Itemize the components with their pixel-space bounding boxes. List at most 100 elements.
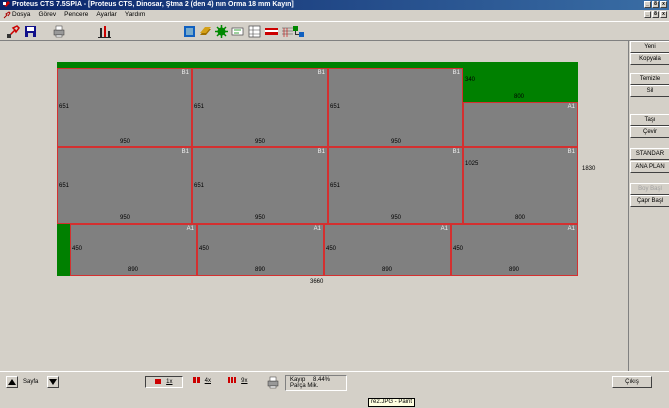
panel-tag: B1 (317, 149, 325, 155)
standard-button[interactable]: STANDAR (630, 148, 669, 160)
panel-height: 1025 (465, 161, 479, 167)
window-title: Proteus CTS 7.5SPIA - [Proteus CTS, Dino… (12, 1, 294, 8)
panel-tag: B1 (452, 70, 460, 76)
menu-ayarlar[interactable]: Ayarlar (96, 10, 116, 20)
panel-height: 651 (194, 183, 205, 189)
panel-height: 651 (59, 183, 70, 189)
menu-gorev[interactable]: Görev (38, 10, 56, 20)
move-button[interactable]: Taşı (630, 114, 669, 126)
panel-tag: A1 (440, 226, 448, 232)
panel[interactable]: A1 450 890 (324, 224, 451, 276)
page-label: Sayfa (23, 379, 39, 385)
panel[interactable]: B1 1025 800 (463, 147, 578, 224)
zoom-4x-button[interactable]: 4x (185, 376, 219, 388)
label-icon[interactable] (231, 25, 244, 38)
panel-tag: B1 (181, 149, 189, 155)
app-icon (2, 1, 10, 9)
cutting-canvas: 340 800 B1 651 950 B1 651 950 B1 651 950… (0, 41, 628, 370)
menu-yardim[interactable]: Yardım (125, 10, 145, 20)
panel-width: 950 (391, 215, 402, 221)
panel[interactable]: B1 651 950 (57, 68, 192, 147)
doc-minimize-button[interactable]: _ (644, 11, 651, 18)
panel-width: 950 (391, 139, 402, 145)
panel-height: 651 (194, 104, 205, 110)
zoom-9x-label: 9x (241, 378, 248, 384)
panel-width: 950 (120, 215, 131, 221)
zoom-1x-icon (155, 378, 162, 384)
minimize-button[interactable]: _ (644, 1, 651, 8)
waste-info: Kayıp 8.44% Parça Mik. (285, 375, 347, 391)
page-up-button[interactable] (6, 376, 18, 388)
panel-tag: A1 (186, 226, 194, 232)
panel-width: 890 (509, 267, 520, 273)
clear-button[interactable]: Temizle (630, 73, 669, 85)
stock-icon[interactable] (183, 25, 196, 38)
panel-width: 950 (255, 139, 266, 145)
panel-tag: B1 (181, 70, 189, 76)
doc-close-button[interactable]: x (660, 11, 667, 18)
grid-icon[interactable] (248, 25, 261, 38)
exit-button[interactable]: Çıkış (612, 376, 652, 388)
panel[interactable]: A1 450 890 (197, 224, 324, 276)
panel[interactable]: B1 651 950 (192, 147, 328, 224)
sheet-height-label: 1830 (582, 166, 596, 172)
close-button[interactable]: x (660, 1, 667, 8)
save-icon[interactable] (24, 25, 37, 38)
zoom-9x-icon (228, 377, 238, 384)
panel-tag: A1 (313, 226, 321, 232)
maximize-button[interactable]: 8 (652, 1, 659, 8)
panel[interactable]: A1 (463, 102, 578, 147)
panel[interactable]: B1 651 950 (328, 147, 463, 224)
panel-tag: A1 (567, 226, 575, 232)
panel[interactable]: B1 651 950 (192, 68, 328, 147)
panel-tag: B1 (317, 70, 325, 76)
taskbar-tooltip: re2.JPG - Paint (368, 398, 416, 407)
sheet[interactable]: 340 800 B1 651 950 B1 651 950 B1 651 950… (57, 62, 578, 276)
panel-height: 651 (330, 183, 341, 189)
zoom-9x-button[interactable]: 9x (221, 376, 255, 388)
panel[interactable]: A1 450 890 (70, 224, 197, 276)
main-plan-button[interactable]: ANA PLAN (630, 161, 669, 173)
cross-start-button[interactable]: Çapr Başl (630, 195, 669, 207)
doc-maximize-button[interactable]: 8 (652, 11, 659, 18)
zoom-4x-icon (192, 377, 201, 384)
panel[interactable]: A1 450 890 (451, 224, 578, 276)
panel-tag: B1 (567, 149, 575, 155)
panel[interactable]: B1 651 950 (328, 68, 463, 147)
new-button[interactable]: Yeni (630, 41, 669, 53)
document-icon[interactable] (3, 11, 11, 19)
print-icon[interactable] (52, 25, 65, 38)
menu-dosya[interactable]: Dosya (12, 10, 30, 20)
delete-button[interactable]: Sil (630, 85, 669, 97)
network-icon[interactable] (292, 25, 305, 38)
panel-tag: B1 (452, 149, 460, 155)
toolbar (0, 21, 669, 41)
panel-width: 950 (120, 139, 131, 145)
title-bar: Proteus CTS 7.5SPIA - [Proteus CTS, Dino… (0, 0, 669, 10)
panel-width: 800 (515, 215, 526, 221)
zoom-1x-label: 1x (166, 379, 173, 385)
panel-height: 651 (330, 104, 341, 110)
panel[interactable]: B1 651 950 (57, 147, 192, 224)
length-start-button[interactable]: Boy Başl (630, 183, 669, 195)
menu-pencere[interactable]: Pencere (64, 10, 88, 20)
window-controls: _ 8 x (644, 1, 667, 8)
panel-tag: A1 (567, 104, 575, 110)
copy-button[interactable]: Kopyala (630, 53, 669, 65)
page-down-button[interactable] (47, 376, 59, 388)
material-icon[interactable] (199, 25, 212, 38)
panel-width: 890 (128, 267, 139, 273)
panel-width: 950 (255, 215, 266, 221)
rotate-button[interactable]: Çevir (630, 126, 669, 138)
edge-icon[interactable] (265, 25, 278, 38)
status-bar: Sayfa 1x 4x 9x Kayıp 8.44% Parça Mik. Çı… (0, 371, 669, 408)
chart-icon[interactable] (98, 25, 111, 38)
action-panel: Yeni Kopyala Temizle Sil Taşı Çevir STAN… (628, 41, 669, 371)
zoom-1x-button[interactable]: 1x (145, 376, 183, 388)
print-icon[interactable] (266, 376, 280, 389)
panel-height: 450 (326, 246, 337, 252)
gear-icon[interactable] (215, 25, 228, 38)
grain-sliver (57, 224, 70, 276)
panel-height: 450 (199, 246, 210, 252)
cut-icon[interactable] (7, 25, 20, 38)
